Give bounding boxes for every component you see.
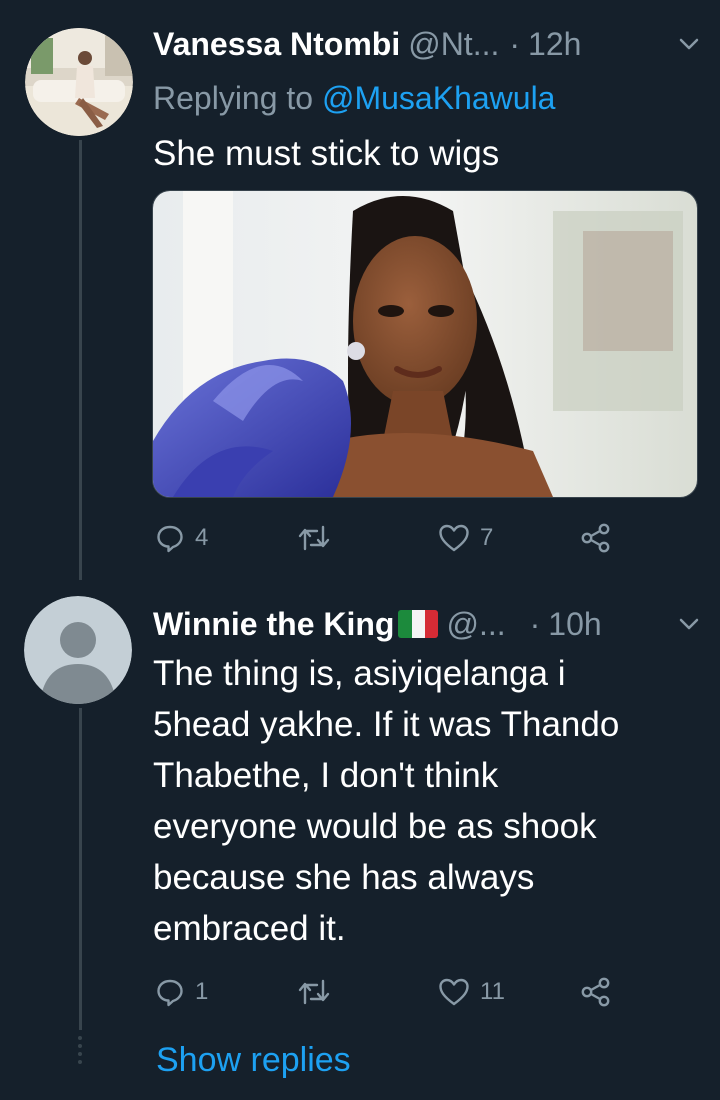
tweet-header: Vanessa Ntombi @Nt... · 12h [153,24,700,64]
chevron-down-icon[interactable] [678,613,700,635]
tweet-actions: 4 7 [155,518,625,558]
heart-icon [439,524,469,552]
retweet-icon [298,525,330,551]
italy-flag-icon [398,610,439,638]
mention-link[interactable]: @MusaKhawula [322,80,555,116]
tweet-actions: 1 11 [155,972,625,1012]
reply-icon [157,525,183,553]
retweet-button[interactable] [297,518,341,558]
avatar[interactable] [25,28,133,136]
heart-icon [439,978,469,1006]
tweet-image[interactable] [152,190,698,498]
avatar[interactable] [24,596,132,704]
reply-icon [157,979,183,1007]
share-button[interactable] [580,972,612,1012]
tweet-header: Winnie the King @... · 10h [153,604,700,644]
reply-button[interactable]: 4 [155,518,208,558]
photo [153,191,697,497]
separator-dot: · [509,26,521,62]
chevron-down-icon[interactable] [678,33,700,55]
profile-photo [25,28,133,136]
tweet-text-line: The thing is, asiyiqelanga i [153,654,566,693]
tweet-text-line: 5head yakhe. If it was Thando [153,705,620,744]
thread-line [79,708,82,1030]
reply-count: 1 [195,978,209,1005]
reply-button[interactable]: 1 [155,972,208,1012]
user-handle[interactable]: @... [446,604,505,644]
display-name[interactable]: Vanessa Ntombi [153,24,400,64]
share-icon [581,523,610,553]
tweet-text: The thing is, asiyiqelanga i 5head yakhe… [153,648,619,954]
tweet-text-line: everyone would be as shook [153,807,597,846]
tweet-text-line: because she has always [153,858,535,897]
timestamp[interactable]: 12h [528,24,581,64]
default-avatar-icon [24,596,132,704]
show-replies-link[interactable]: Show replies [156,1040,351,1080]
tweet-text-line: Thabethe, I don't think [153,756,499,795]
tweet-text-line: embraced it. [153,909,346,948]
replying-to: Replying to @MusaKhawula [153,78,555,118]
timestamp[interactable]: 10h [548,604,601,644]
like-button[interactable]: 11 [438,972,505,1012]
retweet-button[interactable] [297,972,341,1012]
replying-to-label: Replying to [153,80,314,116]
thread-more-indicator [78,1036,83,1064]
like-count: 7 [480,524,494,551]
retweet-icon [298,979,330,1005]
share-icon [581,977,610,1007]
tweet-text: She must stick to wigs [153,134,500,173]
like-button[interactable]: 7 [438,518,493,558]
display-name[interactable]: Winnie the King [153,604,394,644]
share-button[interactable] [580,518,612,558]
thread-line [79,140,82,580]
like-count: 11 [480,978,505,1005]
reply-count: 4 [195,524,209,551]
separator-dot: · [529,606,541,642]
user-handle[interactable]: @Nt... [408,24,499,64]
